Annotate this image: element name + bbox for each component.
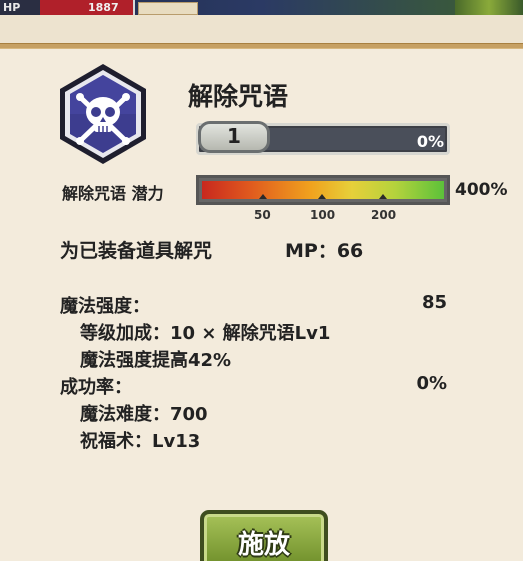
success-rate-label: 成功率：	[60, 377, 132, 398]
level-bonus-line: 等级加成：10 × 解除咒语Lv1	[80, 323, 331, 344]
game-status-strip: HP 1887	[0, 0, 523, 15]
potential-tick-200	[379, 194, 387, 199]
magic-power-label: 魔法强度：	[60, 296, 150, 317]
tick-label-50: 50	[254, 208, 271, 222]
skill-progress-percent: 0%	[416, 132, 444, 151]
panel-header	[0, 15, 523, 43]
skill-name: 解除咒语	[188, 82, 289, 111]
potential-tick-100	[318, 194, 326, 199]
hp-bar: HP 1887	[0, 0, 135, 15]
success-rate-value: 0%	[416, 373, 447, 394]
potential-label: 解除咒语 潜力	[62, 184, 164, 203]
power-increase-line: 魔法强度提高42%	[80, 350, 232, 371]
potential-max-label: 400%	[455, 180, 508, 200]
blessing-line: 祝福术：Lv13	[80, 431, 201, 452]
hp-label: HP	[3, 1, 21, 14]
potential-tick-50	[259, 194, 267, 199]
potential-gauge	[196, 175, 450, 205]
tick-label-200: 200	[371, 208, 397, 222]
cast-button-label: 施放	[237, 530, 290, 560]
cast-button[interactable]: 施放	[200, 510, 328, 561]
magic-difficulty-line: 魔法难度：700	[80, 404, 208, 425]
magic-power-value: 85	[421, 292, 447, 313]
skill-description: 为已装备道具解咒	[60, 240, 213, 262]
map-thumbnail	[455, 0, 523, 15]
hp-value: 1887	[88, 1, 119, 14]
tick-label-100: 100	[310, 208, 336, 222]
skill-level-badge: 1	[198, 121, 270, 153]
status-strip-tab[interactable]	[138, 2, 198, 15]
skull-crossbones-icon	[57, 62, 149, 166]
mp-cost: MP：66	[285, 240, 364, 262]
header-divider	[0, 43, 523, 49]
